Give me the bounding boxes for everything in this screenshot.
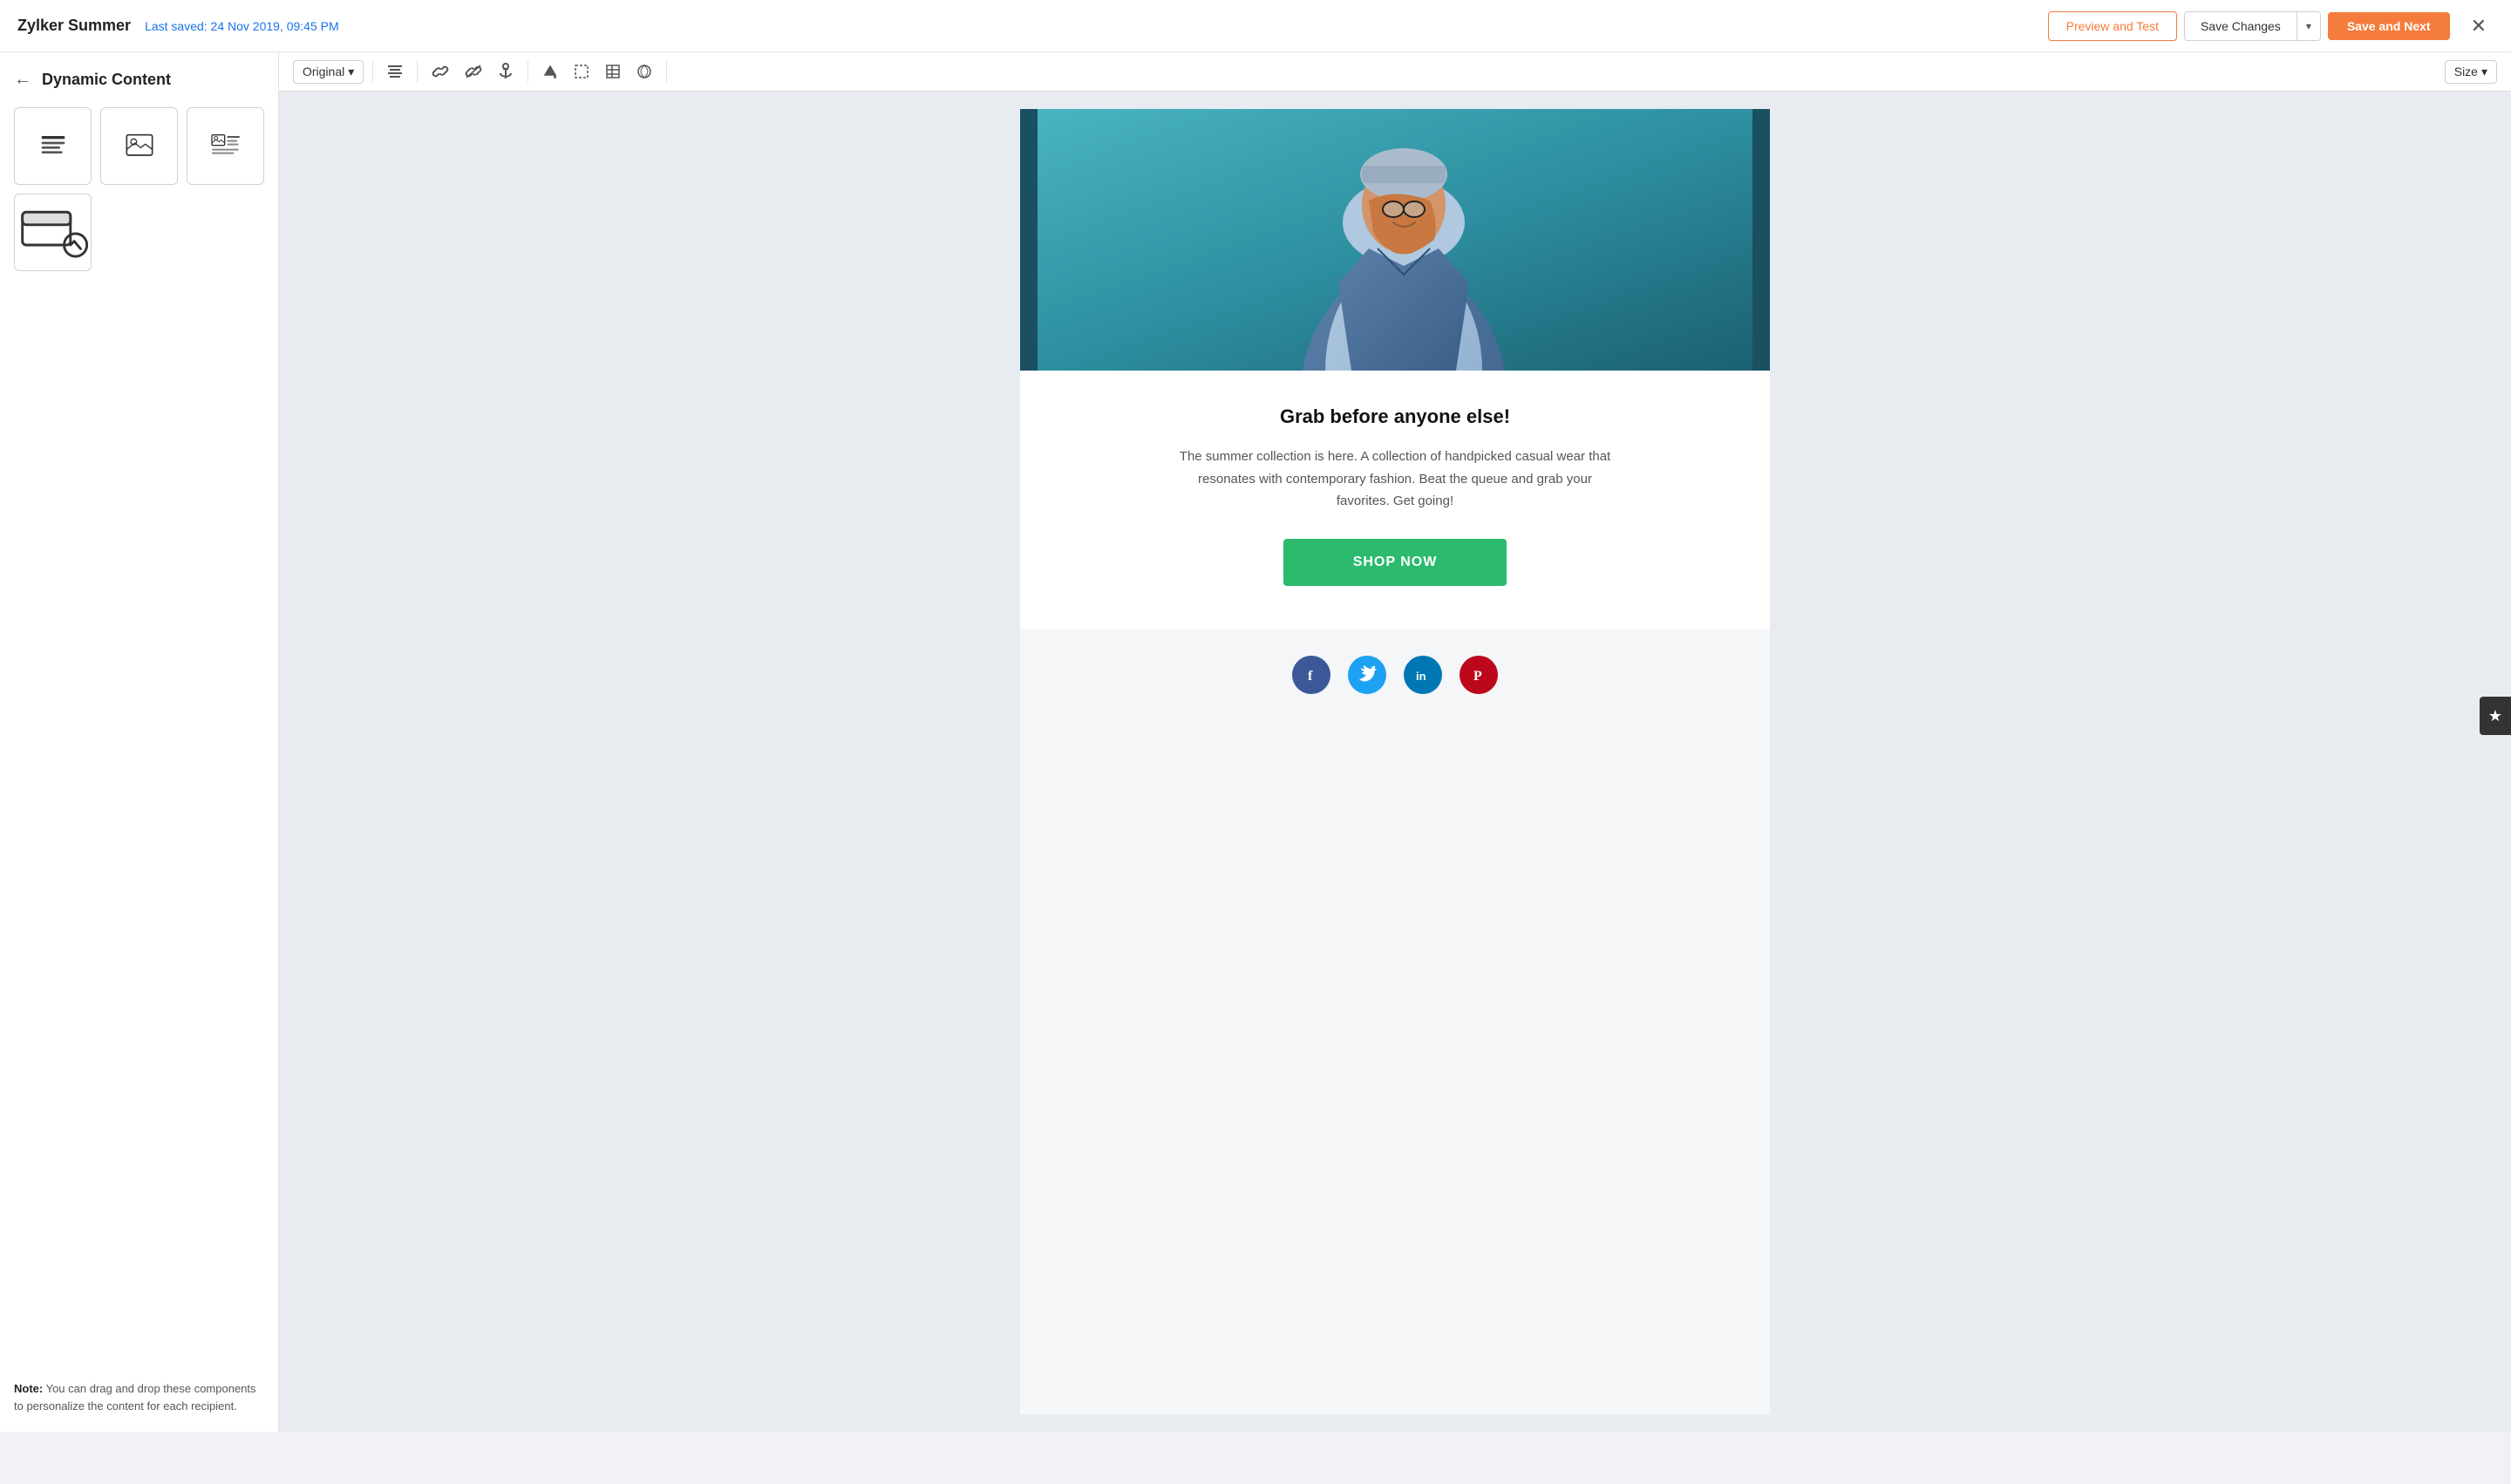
original-label: Original (303, 65, 344, 78)
link-icon (432, 64, 449, 79)
note-text: You can drag and drop these components t… (14, 1382, 256, 1413)
svg-text:P: P (1473, 669, 1482, 684)
svg-text:f: f (1308, 669, 1313, 684)
linkedin-icon: in (1413, 665, 1432, 684)
sidebar-header: ← Dynamic Content (14, 70, 264, 90)
size-chevron-icon: ▾ (2481, 65, 2487, 79)
component-interactive-block[interactable] (14, 194, 92, 271)
unlink-icon (465, 64, 482, 79)
effects-icon (636, 64, 652, 79)
sidebar-note: Note: You can drag and drop these compon… (14, 1366, 264, 1414)
pinterest-social-icon[interactable]: P (1460, 656, 1498, 694)
twitter-icon (1358, 665, 1377, 684)
email-social-footer: f in P (1020, 630, 1770, 720)
editor-area: Original ▾ (279, 52, 2511, 1432)
star-icon: ★ (2488, 707, 2502, 725)
toolbar-sep-1 (372, 61, 373, 82)
main-layout: ← Dynamic Content (0, 52, 2511, 1432)
text-block-icon (36, 129, 71, 164)
header-left: Zylker Summer Last saved: 24 Nov 2019, 0… (17, 17, 339, 35)
align-icon (387, 64, 403, 79)
email-image-block (1020, 109, 1770, 371)
linkedin-social-icon[interactable]: in (1404, 656, 1442, 694)
toolbar-sep-3 (527, 61, 528, 82)
save-changes-dropdown-arrow[interactable]: ▾ (2297, 12, 2320, 40)
link-button[interactable] (426, 60, 454, 83)
fill-color-button[interactable] (537, 60, 563, 83)
table-icon (605, 64, 621, 79)
svg-text:in: in (1416, 670, 1426, 683)
close-button[interactable]: ✕ (2464, 11, 2494, 41)
sidebar-title: Dynamic Content (42, 71, 171, 89)
sidebar-back-button[interactable]: ← (14, 70, 31, 90)
interactive-block-icon (15, 194, 91, 270)
unlink-button[interactable] (459, 60, 487, 83)
align-button[interactable] (382, 60, 408, 83)
effects-button[interactable] (631, 60, 657, 83)
save-changes-button[interactable]: Save Changes (2185, 12, 2297, 40)
anchor-button[interactable] (493, 59, 519, 84)
select-icon (574, 64, 589, 79)
twitter-social-icon[interactable] (1348, 656, 1386, 694)
sidebar: ← Dynamic Content (0, 52, 279, 1432)
component-grid-row2 (14, 194, 264, 271)
original-chevron-icon: ▾ (348, 65, 354, 79)
select-button[interactable] (568, 60, 595, 83)
component-image-block[interactable] (100, 107, 178, 185)
size-label: Size (2454, 65, 2478, 78)
facebook-social-icon[interactable]: f (1292, 656, 1330, 694)
pinterest-icon: P (1469, 665, 1488, 684)
fill-color-icon (542, 64, 558, 79)
size-dropdown[interactable]: Size ▾ (2445, 60, 2497, 84)
email-content-block: Grab before anyone else! The summer coll… (1020, 371, 1770, 630)
note-bold: Note: (14, 1382, 43, 1395)
email-body-text: The summer collection is here. A collect… (1177, 446, 1613, 513)
email-headline: Grab before anyone else! (1072, 405, 1718, 428)
table-button[interactable] (600, 60, 626, 83)
last-saved-text: Last saved: 24 Nov 2019, 09:45 PM (145, 19, 339, 33)
image-text-block-icon (208, 129, 243, 164)
toolbar-sep-2 (417, 61, 418, 82)
component-grid-row1 (14, 107, 264, 185)
save-changes-group: Save Changes ▾ (2184, 11, 2321, 41)
favorite-tab[interactable]: ★ (2480, 697, 2511, 735)
preview-and-test-button[interactable]: Preview and Test (2048, 11, 2177, 41)
header: Zylker Summer Last saved: 24 Nov 2019, 0… (0, 0, 2511, 52)
image-block-icon (122, 129, 157, 164)
original-dropdown[interactable]: Original ▾ (293, 60, 364, 84)
toolbar-sep-4 (666, 61, 667, 82)
save-and-next-button[interactable]: Save and Next (2328, 12, 2450, 40)
component-text-block[interactable] (14, 107, 92, 185)
component-image-text-block[interactable] (187, 107, 264, 185)
anchor-icon (498, 63, 514, 80)
facebook-icon: f (1302, 665, 1321, 684)
email-preview: Grab before anyone else! The summer coll… (1020, 109, 1770, 1414)
shop-now-button[interactable]: SHOP NOW (1283, 539, 1507, 586)
header-actions: Preview and Test Save Changes ▾ Save and… (2048, 11, 2494, 41)
canvas-container: Grab before anyone else! The summer coll… (279, 92, 2511, 1432)
document-title: Zylker Summer (17, 17, 131, 35)
editor-toolbar: Original ▾ (279, 52, 2511, 92)
hero-image-svg (1020, 109, 1770, 371)
email-hero-image (1020, 109, 1770, 371)
